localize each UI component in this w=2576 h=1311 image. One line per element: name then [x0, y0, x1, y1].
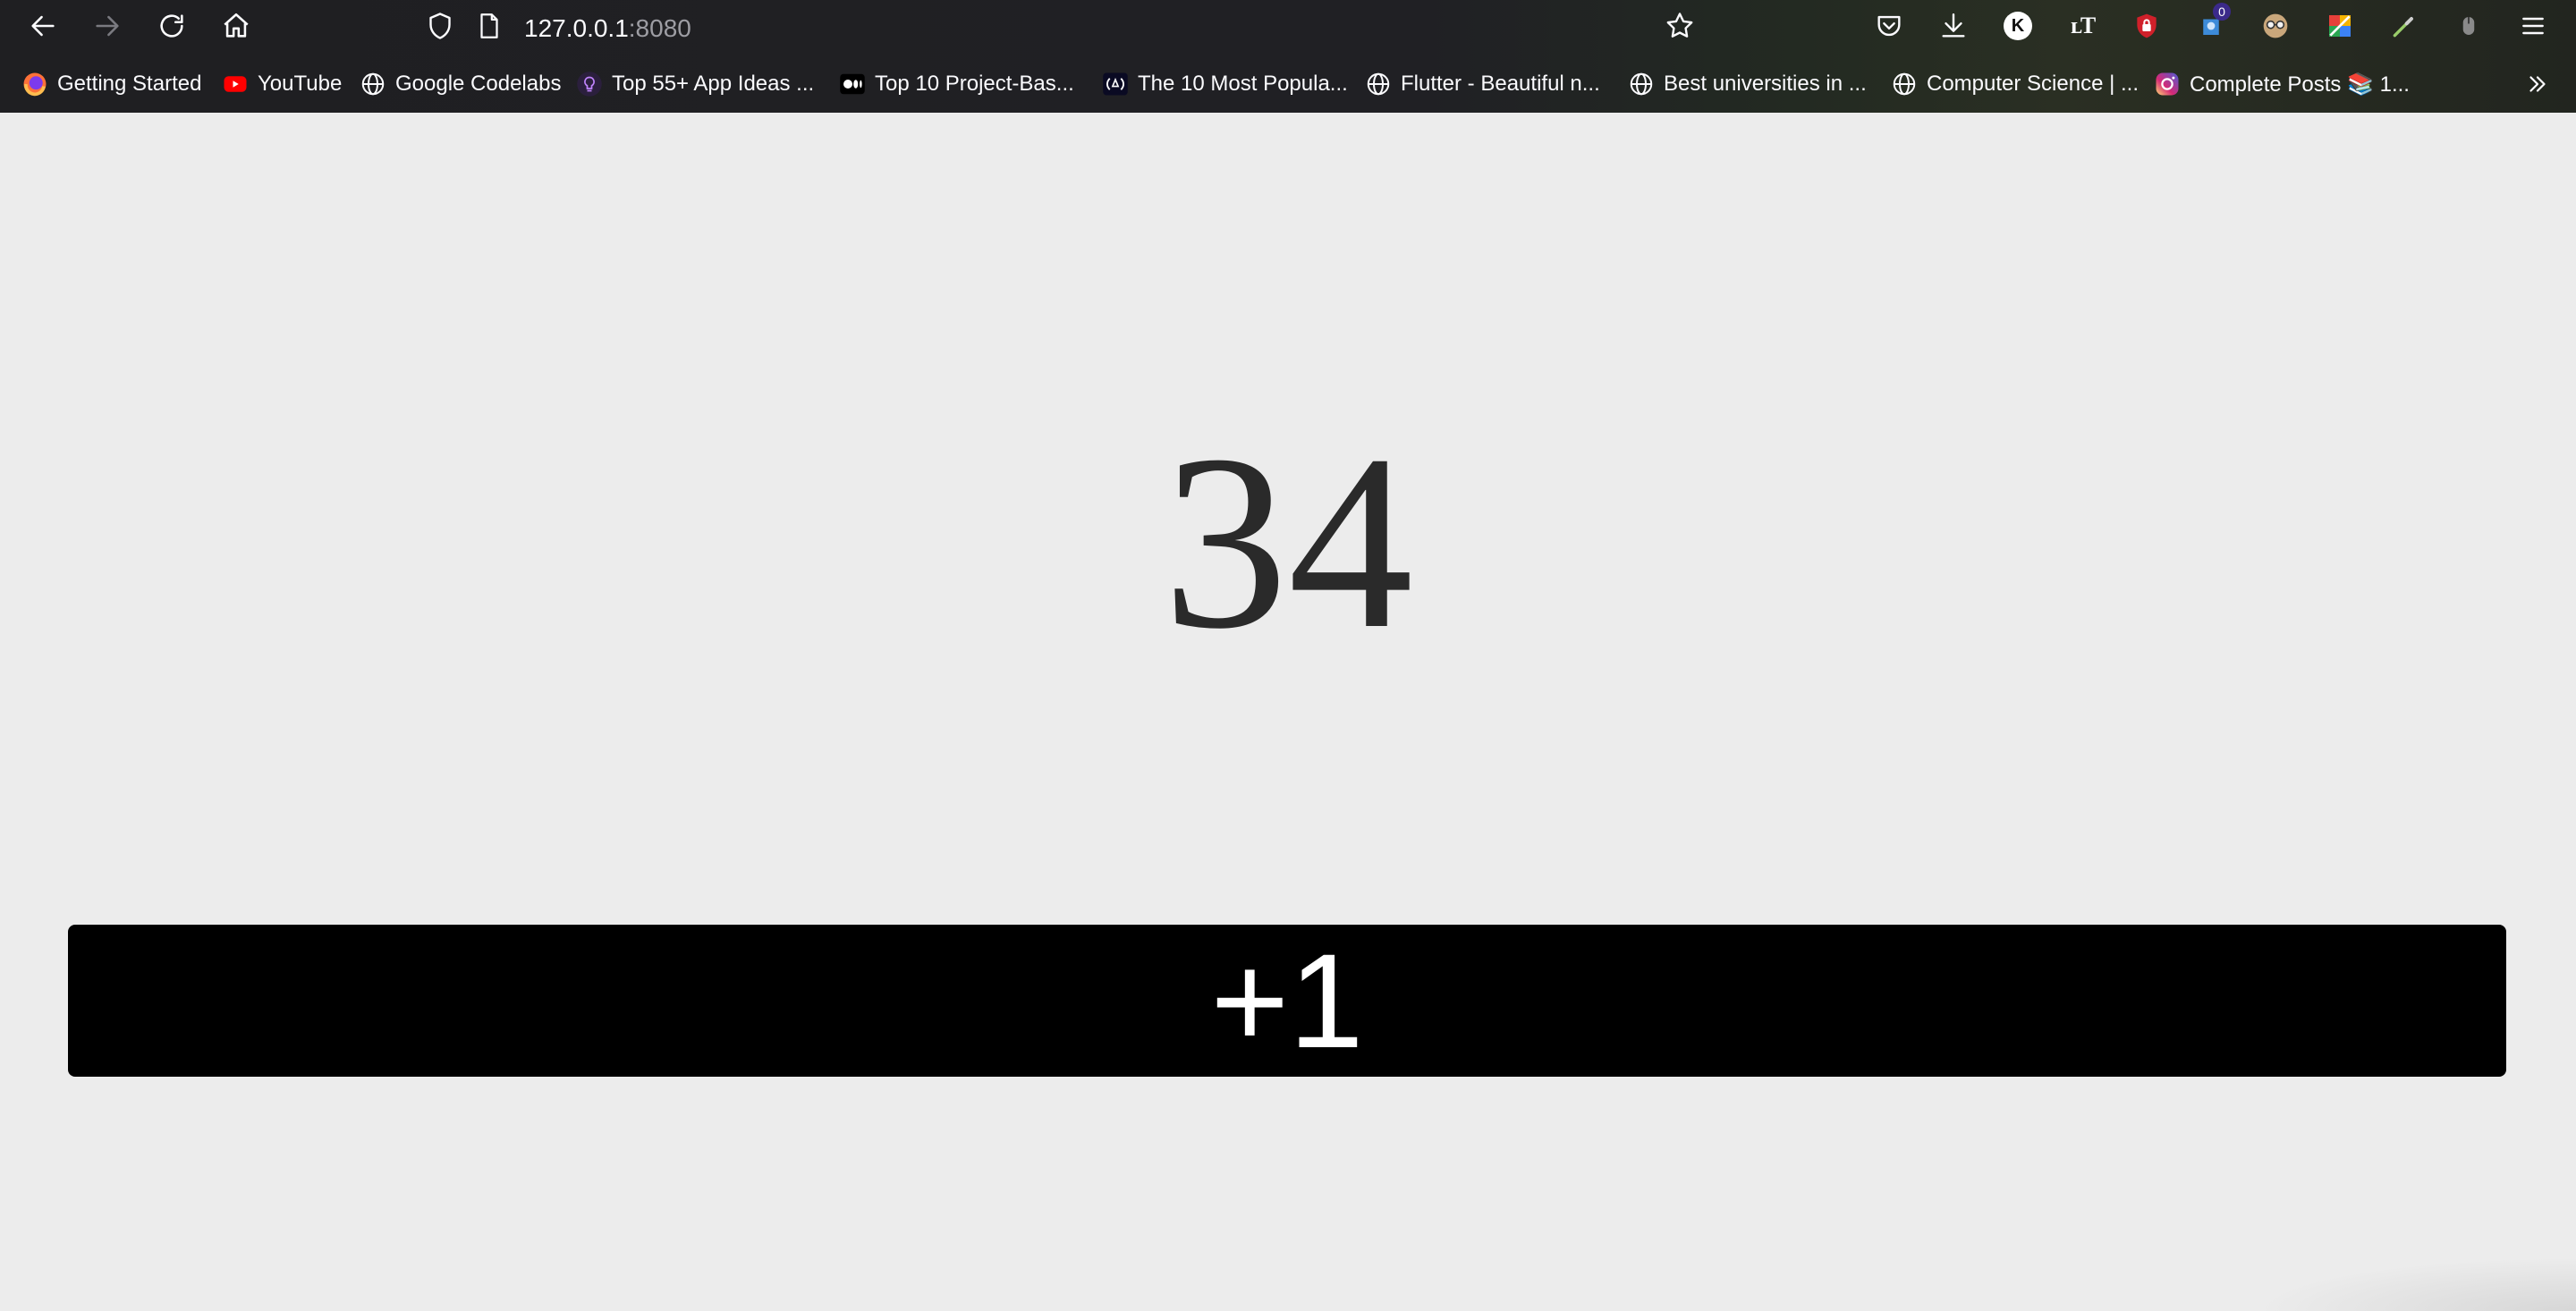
counter-value: 34 [1163, 402, 1413, 681]
bookmark-label: Google Codelabs [395, 72, 562, 96]
bookmark-google-codelabs[interactable]: Google Codelabs [360, 66, 561, 102]
eyedropper-icon [2393, 17, 2413, 38]
instagram-icon [2154, 71, 2181, 97]
back-arrow-icon [31, 15, 55, 37]
mouse-icon [2462, 17, 2475, 35]
globe-icon [1891, 71, 1918, 97]
browser-toolbar: 127.0.0.1:8080 K ʟT 0 [0, 0, 2576, 52]
page-info-icon[interactable] [474, 11, 504, 41]
lightbulb-icon [576, 71, 603, 97]
reload-button[interactable] [150, 5, 193, 47]
globe-icon [1365, 71, 1392, 97]
chevron-double-right-icon [2524, 71, 2551, 97]
firefox-icon [21, 71, 48, 97]
bookmark-star-icon[interactable] [1664, 10, 1696, 42]
home-button[interactable] [215, 5, 258, 47]
languagetool-icon: ʟT [2070, 13, 2096, 38]
bookmark-label: Computer Science | ... [1927, 72, 2139, 96]
profile-extension-button[interactable]: K [2000, 8, 2036, 44]
bookmark-project-based[interactable]: Top 10 Project-Bas... [839, 66, 1074, 102]
bookmark-computer-science[interactable]: Computer Science | ... [1891, 66, 2139, 102]
glasses-extension-button[interactable] [2258, 8, 2293, 44]
url-host: 127.0.0.1 [524, 14, 629, 42]
page-content: 34 +1 [0, 113, 2576, 1311]
colorful-extension-button[interactable] [2322, 8, 2358, 44]
bookmark-label: The 10 Most Popula... [1138, 72, 1348, 96]
bookmark-best-universities[interactable]: Best universities in ... [1628, 66, 1867, 102]
bookmark-most-popular[interactable]: The 10 Most Popula... [1102, 66, 1348, 102]
bookmark-label: Flutter - Beautiful n... [1401, 72, 1600, 96]
bookmark-flutter[interactable]: Flutter - Beautiful n... [1365, 66, 1600, 102]
forward-button[interactable] [86, 5, 129, 47]
url-port: :8080 [628, 14, 691, 42]
url-text[interactable]: 127.0.0.1:8080 [524, 14, 691, 43]
pocket-icon [1877, 15, 1901, 37]
browser-chrome: 127.0.0.1:8080 K ʟT 0 Getting Started Yo… [0, 0, 2576, 113]
bookmark-label: Top 10 Project-Bas... [875, 72, 1074, 96]
red-shield-lock-icon [2137, 13, 2157, 38]
forward-arrow-icon [96, 15, 119, 37]
profile-k-icon: K [2004, 12, 2032, 40]
downloads-button[interactable] [1936, 8, 1971, 44]
notification-badge: 0 [2213, 3, 2231, 21]
mouse-extension-button[interactable] [2451, 8, 2487, 44]
bookmark-label: Best universities in ... [1664, 72, 1867, 96]
tracking-protection-shield-icon[interactable] [424, 10, 456, 42]
reload-icon [160, 14, 183, 38]
bookmark-complete-posts[interactable]: Complete Posts 📚 1... [2154, 66, 2410, 102]
app-menu-button[interactable] [2515, 8, 2551, 44]
password-manager-extension-button[interactable] [2129, 8, 2165, 44]
colorful-tiles-icon [2329, 15, 2351, 37]
bookmark-app-ideas[interactable]: Top 55+ App Ideas ... [576, 66, 814, 102]
bookmarks-toolbar: Getting Started YouTube Google Codelabs … [0, 63, 2576, 109]
bookmark-label: Top 55+ App Ideas ... [612, 72, 815, 96]
back-button[interactable] [21, 5, 64, 47]
bookmark-youtube[interactable]: YouTube [222, 66, 342, 102]
languagetool-extension-button[interactable]: ʟT [2064, 8, 2100, 44]
increment-button[interactable]: +1 [68, 925, 2506, 1077]
hamburger-menu-icon [2522, 17, 2544, 35]
profile-initial: K [2011, 15, 2025, 36]
address-bar[interactable]: 127.0.0.1:8080 [408, 4, 1710, 48]
home-icon [224, 13, 249, 38]
medium-icon [839, 71, 866, 97]
bookmarks-overflow-button[interactable] [2524, 66, 2560, 102]
bookmark-label: Complete Posts 📚 1... [2190, 72, 2410, 97]
youtube-icon [222, 71, 249, 97]
freecodecamp-icon [1102, 71, 1129, 97]
glasses-face-icon [2263, 13, 2288, 38]
globe-icon [1628, 71, 1655, 97]
bookmark-label: YouTube [258, 72, 343, 96]
corner-shadow [2254, 1257, 2576, 1311]
download-icon [1942, 13, 1965, 38]
globe-icon [360, 71, 386, 97]
eyedropper-extension-button[interactable] [2386, 8, 2422, 44]
notification-extension-button[interactable]: 0 [2193, 3, 2231, 44]
pocket-button[interactable] [1871, 8, 1907, 44]
bookmark-label: Getting Started [57, 72, 202, 96]
bookmark-getting-started[interactable]: Getting Started [21, 66, 201, 102]
